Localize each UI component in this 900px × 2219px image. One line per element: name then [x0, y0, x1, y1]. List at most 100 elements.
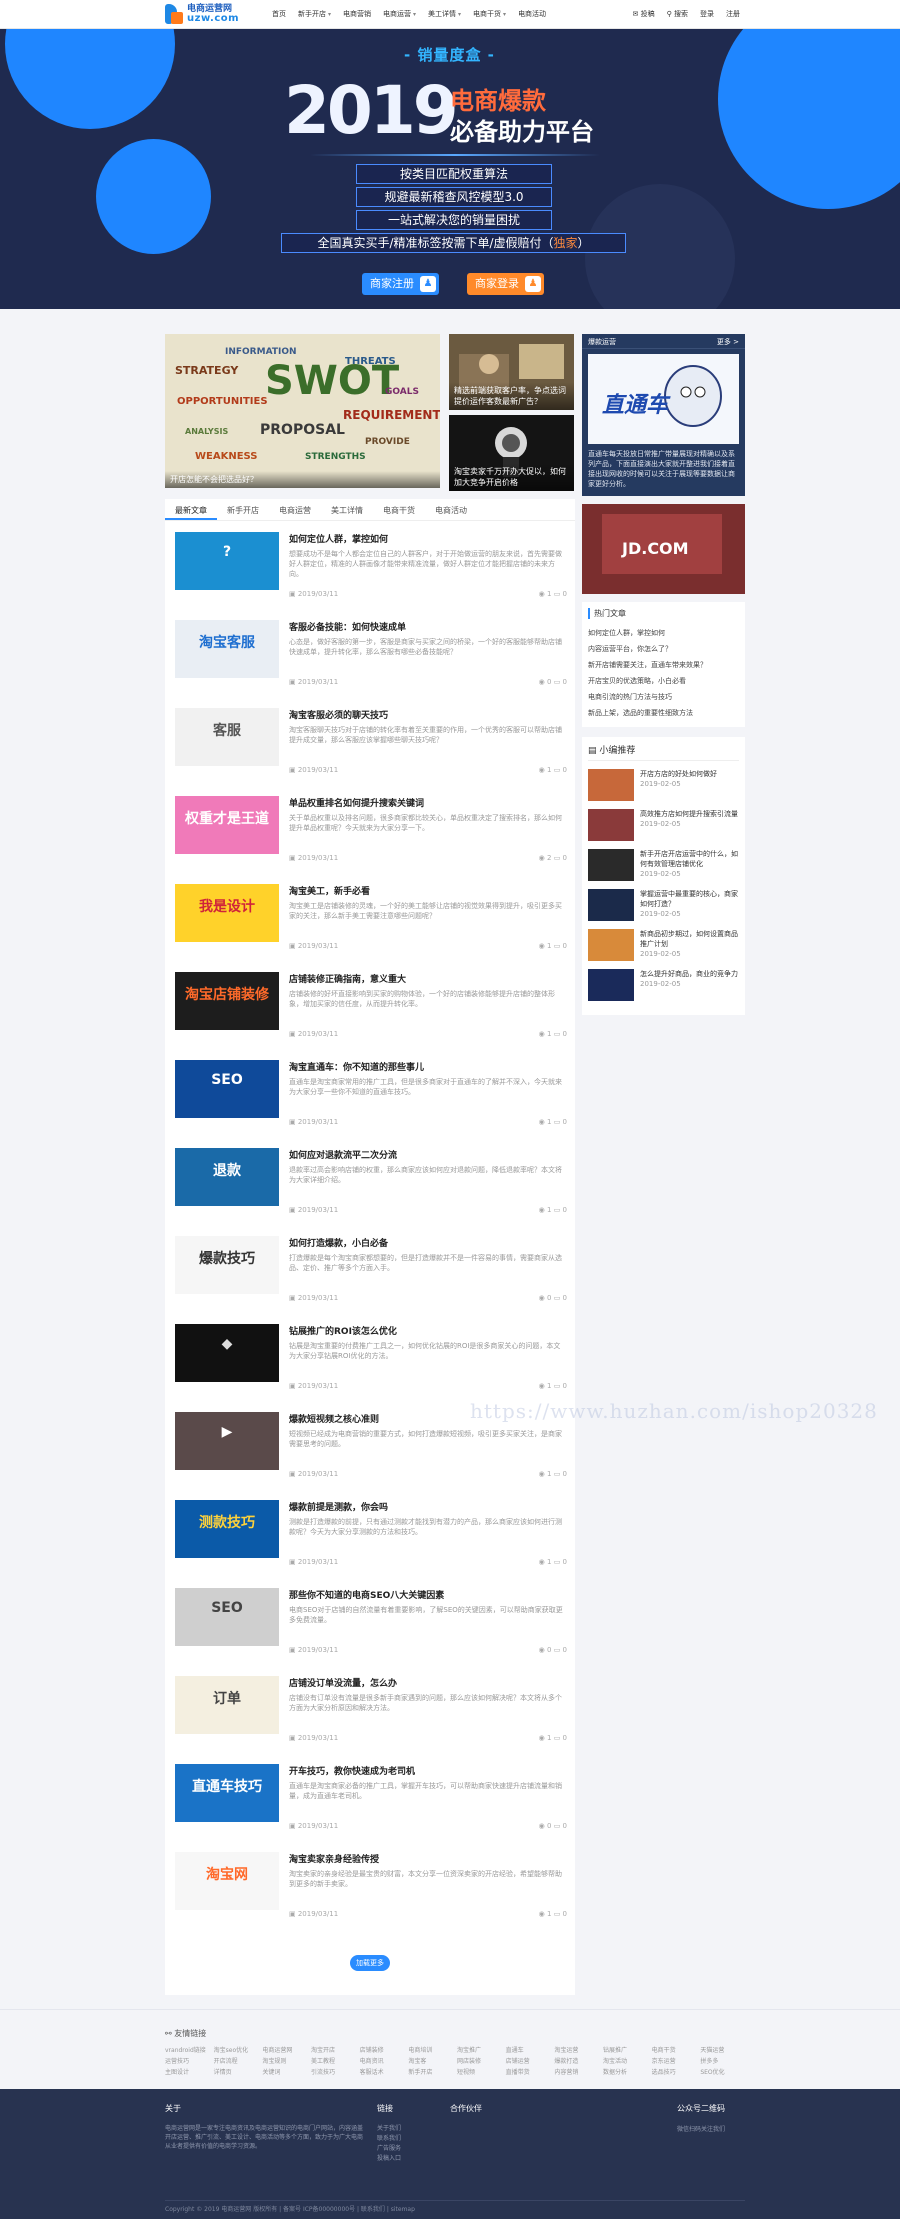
hot-article-link[interactable]: 内容运营平台，你怎么了？ — [588, 641, 739, 657]
article-item[interactable]: 淘宝店铺装修 店铺装修正确指南，意义重大 店铺装修的好坏直接影响到买家的购物体验，一… — [165, 961, 575, 1049]
article-thumbnail[interactable]: 淘宝店铺装修 — [175, 972, 279, 1030]
featured-slide[interactable]: SWOT STRATEGY OPPORTUNITIES THREATS REQU… — [165, 334, 440, 488]
article-title[interactable]: 那些你不知道的电商SEO八大关键因素 — [289, 1588, 444, 1601]
friend-link[interactable]: 钻展推广 — [603, 2045, 648, 2054]
article-title[interactable]: 店铺没订单没流量，怎么办 — [289, 1676, 397, 1689]
friend-link[interactable]: 选品技巧 — [652, 2067, 697, 2076]
nav-item[interactable]: 电商活动 — [512, 9, 552, 19]
article-thumbnail[interactable]: 权重才是王道 — [175, 796, 279, 854]
friend-link[interactable]: 内容营销 — [554, 2067, 599, 2076]
article-item[interactable]: 订单 店铺没订单没流量，怎么办 店铺没有订单没有流量是很多新手商家遇到的问题，那么应… — [165, 1665, 575, 1753]
recommend-item[interactable]: 新商品初步期过，如何设置商品推广计划 2019-02-05 — [588, 929, 739, 961]
nav-item[interactable]: 首页 — [266, 9, 292, 19]
hot-article-link[interactable]: 新开店铺需要关注，直通车带来效果？ — [588, 657, 739, 673]
friend-link[interactable]: 电商干货 — [652, 2045, 697, 2054]
ad-card[interactable]: 爆款运营 更多 > 直通车 直通车每天投放日常推广带量展现对精确以及系列产品，下面… — [582, 334, 745, 496]
article-item[interactable]: ◆ 钻展推广的ROI该怎么优化 钻展是淘宝重要的付费推广工具之一，如何优化钻展的RO… — [165, 1313, 575, 1401]
friend-link[interactable]: 关键词 — [262, 2067, 307, 2076]
load-more-button[interactable]: 加载更多 — [350, 1955, 390, 1971]
article-title[interactable]: 淘宝直通车：你不知道的那些事儿 — [289, 1060, 424, 1073]
category-tab[interactable]: 美工详情 — [321, 499, 373, 520]
login-link[interactable]: 登录 — [700, 9, 714, 19]
article-thumbnail[interactable]: 退款 — [175, 1148, 279, 1206]
friend-link[interactable]: 数据分析 — [603, 2067, 648, 2076]
article-thumbnail[interactable]: 直通车技巧 — [175, 1764, 279, 1822]
nav-item[interactable]: 电商营销 — [337, 9, 377, 19]
friend-link[interactable]: 电商培训 — [408, 2045, 453, 2054]
featured-thumb[interactable]: 精选前端获取客户率，争点选词提价运作客数最新广告？ — [449, 334, 574, 410]
article-title[interactable]: 淘宝客服必须的聊天技巧 — [289, 708, 388, 721]
featured-thumb[interactable]: 淘宝卖家千万开办大促以，如何加大竞争开启价格 — [449, 415, 574, 491]
friend-link[interactable]: 淘宝活动 — [603, 2056, 648, 2065]
friend-link[interactable]: 直通车 — [506, 2045, 551, 2054]
article-item[interactable]: 淘宝网 淘宝卖家亲身经验传授 淘宝卖家的亲身经验是最宝贵的财富，本文分享一位资深卖家… — [165, 1841, 575, 1929]
merchant-register-button[interactable]: 商家注册 ♟ — [362, 273, 439, 295]
article-title[interactable]: 爆款短视频之核心准则 — [289, 1412, 379, 1425]
friend-link[interactable]: 淘宝规则 — [262, 2056, 307, 2065]
friend-link[interactable]: 直播带货 — [506, 2067, 551, 2076]
category-tab[interactable]: 电商活动 — [425, 499, 477, 520]
article-title[interactable]: 客服必备技能：如何快速成单 — [289, 620, 406, 633]
category-tab[interactable]: 最新文章 — [165, 499, 217, 520]
ad-more-link[interactable]: 更多 > — [717, 337, 739, 346]
article-thumbnail[interactable]: 爆款技巧 — [175, 1236, 279, 1294]
category-tab[interactable]: 电商运营 — [269, 499, 321, 520]
nav-item[interactable]: 美工详情 ▾ — [422, 9, 467, 19]
hot-article-link[interactable]: 开店宝贝的优选策略，小白必看 — [588, 673, 739, 689]
friend-link[interactable]: SEO优化 — [700, 2067, 745, 2076]
friend-link[interactable]: 天猫运营 — [700, 2045, 745, 2054]
friend-link[interactable]: 淘宝seo优化 — [214, 2045, 259, 2054]
article-title[interactable]: 店铺装修正确指南，意义重大 — [289, 972, 406, 985]
friend-link[interactable]: 客服话术 — [360, 2067, 405, 2076]
recommend-item[interactable]: 怎么提升好商品，商业的竞争力 2019-02-05 — [588, 969, 739, 1001]
article-thumbnail[interactable]: ◆ — [175, 1324, 279, 1382]
hot-article-link[interactable]: 如何定位人群，掌控如何 — [588, 625, 739, 641]
article-item[interactable]: 客服 淘宝客服必须的聊天技巧 淘宝客服聊天技巧对于店铺的转化率有着至关重要的作用，一… — [165, 697, 575, 785]
friend-link[interactable]: 淘宝客 — [408, 2056, 453, 2065]
friend-link[interactable]: 运营技巧 — [165, 2056, 210, 2065]
friend-link[interactable]: 新手开店 — [408, 2067, 453, 2076]
article-title[interactable]: 淘宝卖家亲身经验传授 — [289, 1852, 379, 1865]
recommend-item[interactable]: 开店方店的好处如何做好 2019-02-05 — [588, 769, 739, 801]
footer-link[interactable]: 广告服务 — [377, 2144, 401, 2154]
category-tab[interactable]: 新手开店 — [217, 499, 269, 520]
article-title[interactable]: 开车技巧，教你快速成为老司机 — [289, 1764, 415, 1777]
article-item[interactable]: 淘宝客服 客服必备技能：如何快速成单 心态是，做好客服的第一步，客服是商家与买家之间… — [165, 609, 575, 697]
article-thumbnail[interactable]: SEO — [175, 1588, 279, 1646]
footer-link[interactable]: 投稿入口 — [377, 2154, 401, 2164]
friend-link[interactable]: 淘宝运营 — [554, 2045, 599, 2054]
article-thumbnail[interactable]: 客服 — [175, 708, 279, 766]
friend-link[interactable]: 店铺装修 — [360, 2045, 405, 2054]
hero-banner[interactable]: - 销量度盒 - 2019 电商爆款 必备助力平台 按类目匹配权重算法 规避最新… — [0, 29, 900, 309]
article-item[interactable]: 测款技巧 爆款前提是测款，你会吗 测款是打造爆款的前提，只有通过测款才能找到有潜力的… — [165, 1489, 575, 1577]
article-item[interactable]: SEO 淘宝直通车：你不知道的那些事儿 直通车是淘宝商家常用的推广工具，但是很多商家… — [165, 1049, 575, 1137]
merchant-login-button[interactable]: 商家登录 ♟ — [467, 273, 544, 295]
article-title[interactable]: 单品权重排名如何提升搜索关键词 — [289, 796, 424, 809]
article-thumbnail[interactable]: SEO — [175, 1060, 279, 1118]
recommend-item[interactable]: 新手开店开店运营中的什么，如何有效管理店铺优化 2019-02-05 — [588, 849, 739, 881]
friend-link[interactable]: 电商资讯 — [360, 2056, 405, 2065]
article-title[interactable]: 如何打造爆款，小白必备 — [289, 1236, 388, 1249]
article-item[interactable]: SEO 那些你不知道的电商SEO八大关键因素 电商SEO对于店铺的自然流量有着重要影… — [165, 1577, 575, 1665]
article-item[interactable]: 退款 如何应对退款流平二次分流 退款率过高会影响店铺的权重，那么商家应该如何应对退款… — [165, 1137, 575, 1225]
article-thumbnail[interactable]: ▶ — [175, 1412, 279, 1470]
article-item[interactable]: 我是设计 淘宝美工，新手必看 淘宝美工是店铺装修的灵魂，一个好的美工能够让店铺的视觉… — [165, 873, 575, 961]
friend-link[interactable]: 引流技巧 — [311, 2067, 356, 2076]
submit-link[interactable]: ✉ 投稿 — [633, 9, 655, 19]
article-thumbnail[interactable]: 淘宝网 — [175, 1852, 279, 1910]
article-thumbnail[interactable]: 淘宝客服 — [175, 620, 279, 678]
friend-link[interactable]: 短视频 — [457, 2067, 502, 2076]
friend-link[interactable]: 爆款打造 — [554, 2056, 599, 2065]
footer-link[interactable]: 关于我们 — [377, 2124, 401, 2134]
article-title[interactable]: 如何定位人群，掌控如何 — [289, 532, 388, 545]
hot-banner-image[interactable]: JD.COM — [582, 504, 745, 594]
article-thumbnail[interactable]: 订单 — [175, 1676, 279, 1734]
article-thumbnail[interactable]: 测款技巧 — [175, 1500, 279, 1558]
recommend-item[interactable]: 高效推方店如何提升搜索引流量 2019-02-05 — [588, 809, 739, 841]
article-thumbnail[interactable]: ? — [175, 532, 279, 590]
nav-item[interactable]: 新手开店 ▾ — [292, 9, 337, 19]
friend-link[interactable]: 主图设计 — [165, 2067, 210, 2076]
article-item[interactable]: ? 如何定位人群，掌控如何 想要成功不是每个人都会定位自己的人群客户，对于开始做运营… — [165, 521, 575, 609]
article-item[interactable]: 权重才是王道 单品权重排名如何提升搜索关键词 关于单品权重以及排名问题，很多商家都比… — [165, 785, 575, 873]
friend-link[interactable]: 拼多多 — [700, 2056, 745, 2065]
